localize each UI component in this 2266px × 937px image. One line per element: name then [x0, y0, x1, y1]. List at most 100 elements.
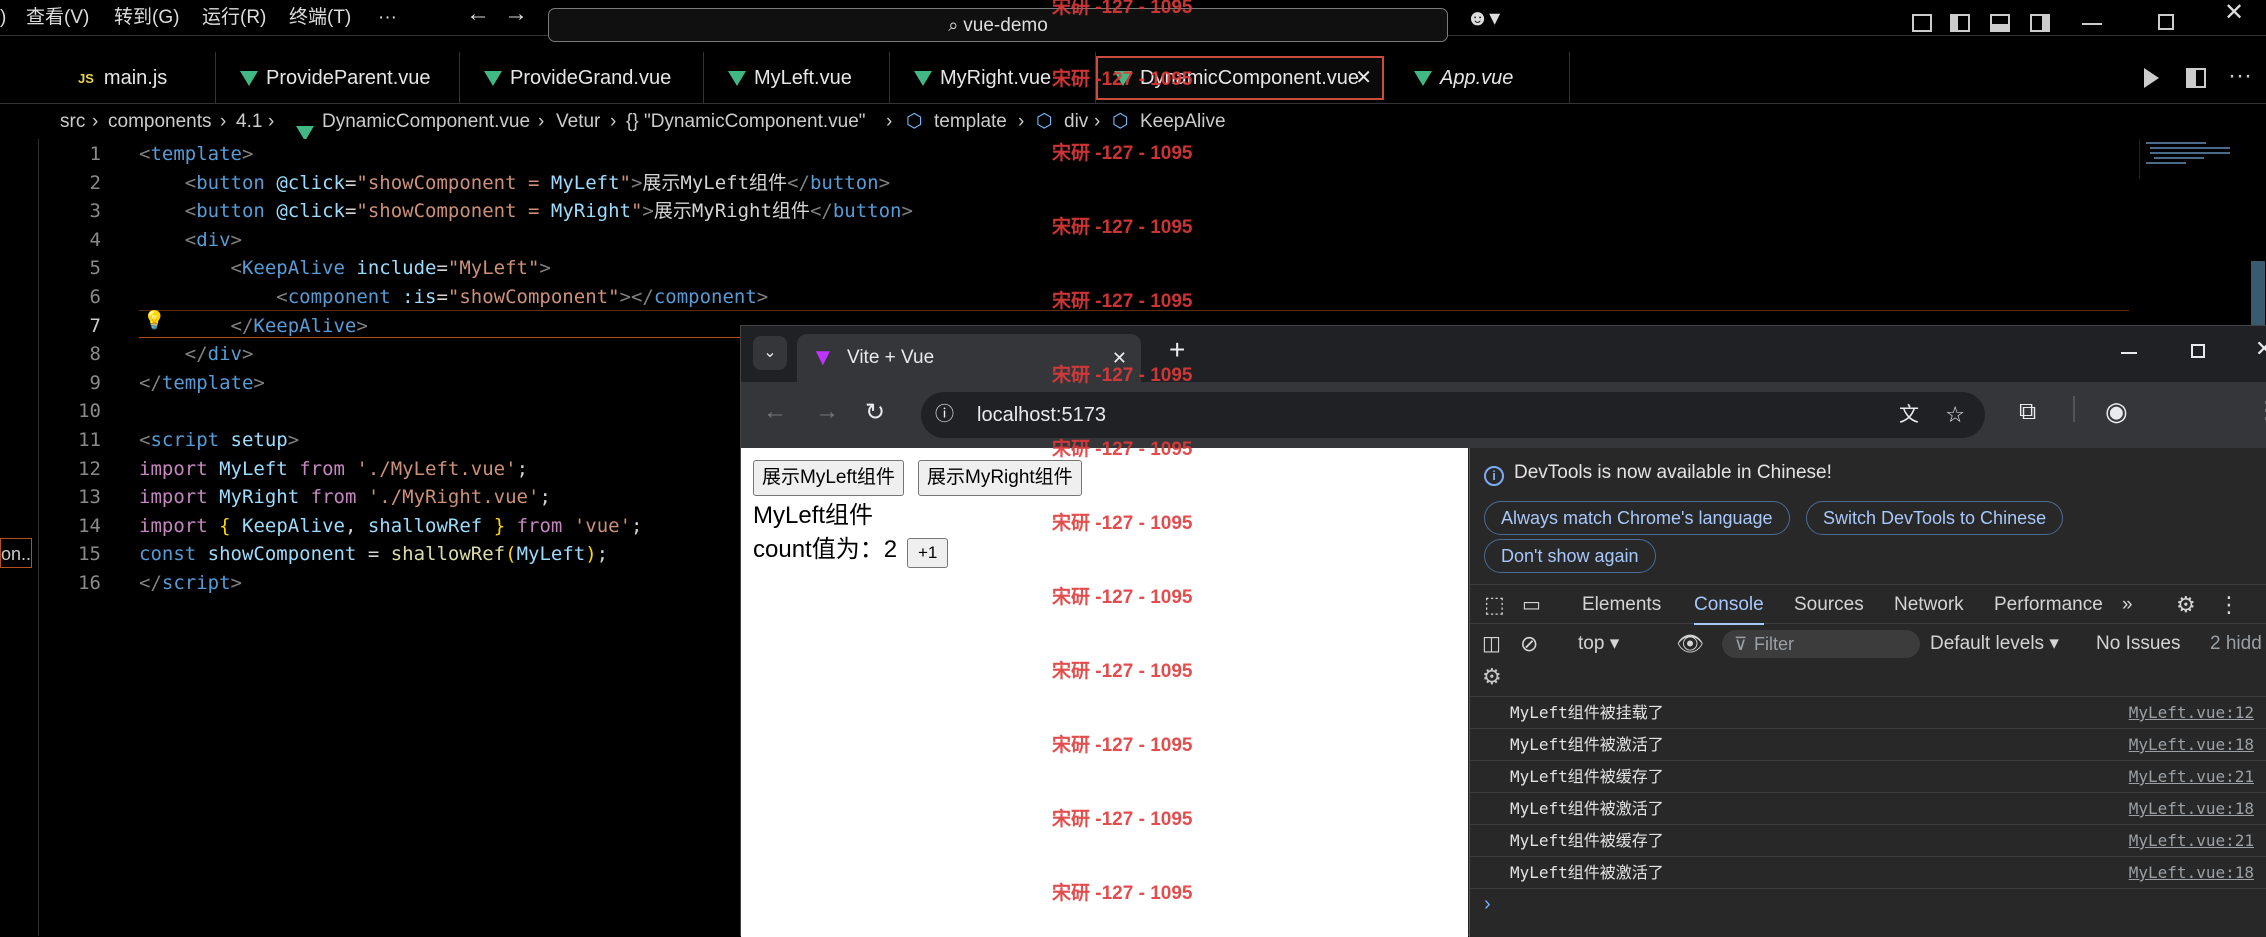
- toggle-secondary-sidebar-icon[interactable]: [2030, 14, 2050, 32]
- maximize-icon[interactable]: [2191, 344, 2205, 358]
- vue-file-icon: [1414, 71, 1432, 87]
- live-expression-eye-icon[interactable]: 👁: [1676, 624, 1704, 664]
- tab-network[interactable]: Network: [1894, 585, 1964, 625]
- lightbulb-icon[interactable]: 💡: [143, 310, 165, 331]
- watermark-text: 宋研 -127 - 1095: [1052, 735, 1193, 756]
- tab-elements[interactable]: Elements: [1582, 585, 1661, 625]
- command-center-search[interactable]: ⌕ vue-demo: [548, 8, 1448, 42]
- log-source-link[interactable]: MyLeft.vue:21: [2129, 761, 2254, 793]
- minimize-icon[interactable]: [2121, 352, 2137, 354]
- sidebar-toggle-icon[interactable]: ◫: [1482, 624, 1501, 664]
- tab-performance[interactable]: Performance: [1994, 585, 2103, 625]
- clear-console-icon[interactable]: ⊘: [1520, 624, 1538, 664]
- site-info-icon[interactable]: ⓘ: [935, 392, 954, 438]
- switch-to-chinese-button[interactable]: Switch DevTools to Chinese: [1806, 501, 2064, 535]
- menu-item-partial[interactable]: ): [0, 7, 6, 29]
- devtools-menu-icon[interactable]: ⋮: [2218, 585, 2240, 625]
- restore-icon[interactable]: [2158, 14, 2174, 30]
- symbol-icon: ⬡: [1112, 111, 1129, 132]
- chevron-right-icon: ›: [1018, 111, 1025, 132]
- dont-show-again-button[interactable]: Don't show again: [1484, 539, 1656, 573]
- menu-item-run[interactable]: 运行(R): [202, 7, 266, 29]
- breadcrumb-components[interactable]: components: [108, 105, 212, 139]
- more-tabs-icon[interactable]: »: [2122, 585, 2133, 625]
- tab-provide-grand[interactable]: ProvideGrand.vue: [460, 52, 704, 104]
- log-source-link[interactable]: MyLeft.vue:12: [2129, 697, 2254, 729]
- issues-indicator[interactable]: No Issues: [2096, 624, 2180, 664]
- breadcrumb-template[interactable]: template: [934, 105, 1007, 139]
- log-source-link[interactable]: MyLeft.vue:18: [2129, 729, 2254, 761]
- breadcrumb-src[interactable]: src: [60, 105, 85, 139]
- chrome-menu-icon[interactable]: ⋮: [2255, 396, 2266, 425]
- breadcrumb-file[interactable]: DynamicComponent.vue: [322, 105, 530, 139]
- watermark-text: 宋研 -127 - 1095: [1052, 365, 1193, 386]
- console-log-entry: MyLeft组件被挂载了 MyLeft.vue:12: [1470, 697, 2266, 729]
- forward-icon[interactable]: →: [815, 398, 839, 426]
- profile-icon[interactable]: ◉: [2105, 396, 2128, 427]
- address-bar[interactable]: ⓘ localhost:5173 文 ☆: [921, 392, 1985, 438]
- copilot-icon[interactable]: ☻▾: [1466, 7, 1500, 29]
- more-actions-icon[interactable]: ···: [2228, 62, 2252, 90]
- increment-button[interactable]: +1: [907, 538, 949, 568]
- back-arrow-icon[interactable]: ←: [466, 2, 490, 26]
- console-log-entry: MyLeft组件被缓存了 MyLeft.vue:21: [1470, 761, 2266, 793]
- minimize-icon[interactable]: [2082, 23, 2102, 25]
- console-prompt-chevron-icon[interactable]: ›: [1484, 893, 1491, 916]
- show-myright-button[interactable]: 展示MyRight组件: [918, 460, 1082, 496]
- tab-main-js[interactable]: JS main.js: [34, 52, 216, 104]
- breadcrumb-vetur[interactable]: Vetur: [556, 105, 600, 139]
- menu-item-terminal[interactable]: 终端(T): [289, 7, 351, 29]
- run-icon[interactable]: [2144, 68, 2159, 88]
- log-levels-dropdown[interactable]: Default levels ▾: [1930, 624, 2059, 664]
- translate-icon[interactable]: 文: [1899, 392, 1919, 438]
- settings-gear-icon[interactable]: ⚙: [2176, 585, 2196, 625]
- console-filter-input[interactable]: ⊽ Filter: [1722, 630, 1920, 658]
- devtools-panel: i DevTools is now available in Chinese! …: [1469, 448, 2266, 937]
- breadcrumb-keepalive[interactable]: KeepAlive: [1140, 105, 1226, 139]
- watermark-text: 宋研 -127 - 1095: [1052, 217, 1193, 238]
- more-menu-icon[interactable]: ···: [378, 7, 397, 29]
- bookmark-star-icon[interactable]: ☆: [1945, 392, 1965, 438]
- sidebar-item-partial[interactable]: on...: [0, 538, 32, 568]
- tab-provide-parent[interactable]: ProvideParent.vue: [216, 52, 460, 104]
- component-title: MyLeft组件: [753, 502, 874, 529]
- back-icon[interactable]: ←: [763, 398, 787, 426]
- toggle-sidebar-icon[interactable]: [1950, 14, 1970, 32]
- toolbar-divider: [2073, 396, 2075, 422]
- close-window-icon[interactable]: ✕: [2255, 336, 2266, 362]
- log-source-link[interactable]: MyLeft.vue:18: [2129, 857, 2254, 889]
- match-language-button[interactable]: Always match Chrome's language: [1484, 501, 1790, 535]
- breadcrumb-folder[interactable]: 4.1: [236, 105, 262, 139]
- tab-search-icon[interactable]: ⌄: [753, 336, 787, 370]
- inspect-element-icon[interactable]: ⬚: [1484, 585, 1505, 625]
- show-myleft-button[interactable]: 展示MyLeft组件: [753, 460, 905, 496]
- menu-item-view[interactable]: 查看(V): [26, 7, 89, 29]
- tab-label: main.js: [103, 67, 168, 89]
- tab-sources[interactable]: Sources: [1794, 585, 1864, 625]
- log-source-link[interactable]: MyLeft.vue:18: [2129, 793, 2254, 825]
- device-toolbar-icon[interactable]: ▭: [1522, 585, 1541, 625]
- reload-icon[interactable]: ↻: [865, 398, 885, 427]
- context-selector[interactable]: top ▾: [1578, 624, 1619, 664]
- watermark-text: 宋研 -127 - 1095: [1052, 587, 1193, 608]
- watermark-text: 宋研 -127 - 1095: [1052, 513, 1193, 534]
- filter-placeholder: Filter: [1754, 634, 1794, 654]
- breadcrumb-module[interactable]: {} "DynamicComponent.vue": [626, 105, 866, 139]
- devtools-tab-bar: ⬚ ▭ Elements Console Sources Network Per…: [1470, 584, 2266, 625]
- forward-arrow-icon[interactable]: →: [504, 2, 528, 26]
- close-tab-icon[interactable]: ✕: [1355, 58, 1372, 98]
- console-settings-gear-icon[interactable]: ⚙: [1482, 664, 1502, 690]
- watermark-text: 宋研 -127 - 1095: [1052, 809, 1193, 830]
- breadcrumb-div[interactable]: div: [1064, 105, 1088, 139]
- tab-app-vue[interactable]: App.vue: [1390, 52, 1570, 104]
- close-window-icon[interactable]: ✕: [2224, 1, 2244, 25]
- extensions-icon[interactable]: ⧉: [2019, 398, 2036, 426]
- layout-customize-icon[interactable]: [1912, 14, 1932, 32]
- tab-console[interactable]: Console: [1694, 585, 1764, 625]
- split-editor-icon[interactable]: [2186, 68, 2206, 88]
- minimap[interactable]: [2139, 139, 2235, 179]
- menu-item-goto[interactable]: 转到(G): [114, 7, 179, 29]
- tab-myleft[interactable]: MyLeft.vue: [704, 52, 890, 104]
- toggle-panel-icon[interactable]: [1990, 14, 2010, 32]
- log-source-link[interactable]: MyLeft.vue:21: [2129, 825, 2254, 857]
